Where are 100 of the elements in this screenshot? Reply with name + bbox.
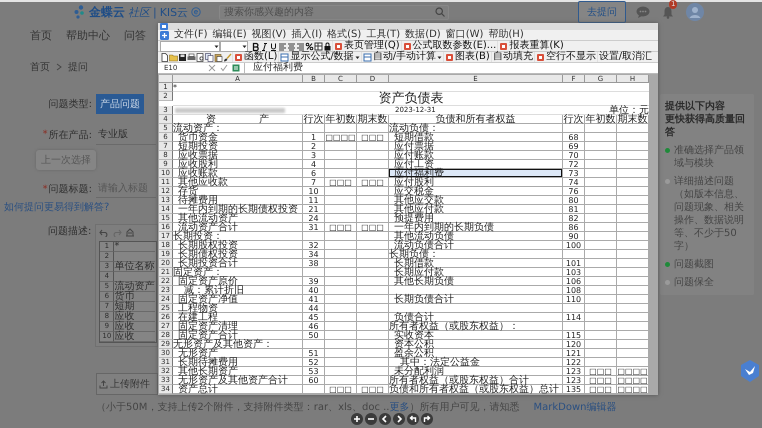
table-cell[interactable]: 73 xyxy=(563,169,585,178)
empty-cell[interactable] xyxy=(325,376,357,385)
chevron-left-icon[interactable] xyxy=(379,413,391,425)
table-cell[interactable]: 31 xyxy=(303,223,325,232)
table-cell[interactable]: 未分配利润 xyxy=(389,367,563,376)
menu-item[interactable]: 插入(I) xyxy=(291,30,322,40)
table-cell[interactable]: 21 xyxy=(303,205,325,214)
table-cell[interactable]: 固定资产清理 xyxy=(173,322,303,331)
table-cell[interactable]: 预提费用 xyxy=(389,214,563,223)
empty-cell[interactable] xyxy=(303,232,325,241)
table-cell[interactable]: 减：累计折旧 xyxy=(173,286,303,295)
table-cell[interactable]: □□□ xyxy=(585,385,617,394)
empty-cell[interactable] xyxy=(617,169,649,178)
empty-cell[interactable] xyxy=(357,241,389,250)
empty-cell[interactable] xyxy=(389,304,563,313)
table-cell[interactable]: 应收票据 xyxy=(173,151,303,160)
empty-cell[interactable] xyxy=(617,205,649,214)
table-cell[interactable]: 工程物资 xyxy=(173,304,303,313)
empty-cell[interactable] xyxy=(303,340,325,349)
empty-cell[interactable] xyxy=(325,151,357,160)
menu-item[interactable]: 文件(F) xyxy=(174,30,208,40)
empty-cell[interactable] xyxy=(325,331,357,340)
table-cell[interactable]: 110 xyxy=(563,295,585,304)
table-cell[interactable]: 115 xyxy=(563,331,585,340)
empty-cell[interactable] xyxy=(357,358,389,367)
empty-cell[interactable] xyxy=(617,349,649,358)
table-cell[interactable]: 114 xyxy=(563,313,585,322)
empty-cell[interactable] xyxy=(617,142,649,151)
bold-icon[interactable] xyxy=(251,42,260,50)
table-cell[interactable]: 70 xyxy=(563,151,585,160)
empty-cell[interactable] xyxy=(357,160,389,169)
toolbar-button[interactable]: 空行不显示 xyxy=(534,52,597,62)
empty-cell[interactable] xyxy=(585,178,617,187)
empty-cell[interactable] xyxy=(357,250,389,259)
empty-cell[interactable] xyxy=(325,196,357,205)
table-cell[interactable]: 其他应收款 xyxy=(173,178,303,187)
table-cell[interactable]: 34 xyxy=(303,250,325,259)
empty-cell[interactable] xyxy=(617,214,649,223)
empty-cell[interactable] xyxy=(357,349,389,358)
table-cell[interactable]: 135 xyxy=(563,385,585,394)
table-cell[interactable]: □□□□ xyxy=(617,385,649,394)
table-cell[interactable]: 实收资本 xyxy=(389,331,563,340)
empty-cell[interactable] xyxy=(585,349,617,358)
table-cell[interactable]: 其中：法定公益金 xyxy=(389,358,563,367)
empty-cell[interactable] xyxy=(585,223,617,232)
table-cell[interactable]: 长期借款 xyxy=(389,259,563,268)
cancel-icon[interactable] xyxy=(208,64,216,72)
empty-cell[interactable] xyxy=(325,187,357,196)
empty-cell[interactable] xyxy=(303,124,325,133)
table-cell[interactable]: 长期投资合计 xyxy=(173,259,303,268)
empty-cell[interactable] xyxy=(617,286,649,295)
empty-cell[interactable] xyxy=(325,268,357,277)
empty-cell[interactable] xyxy=(357,331,389,340)
table-cell[interactable]: 应收股利 xyxy=(173,160,303,169)
zoom-in-icon[interactable] xyxy=(351,413,363,425)
menu-item[interactable]: 窗口(W) xyxy=(446,30,484,40)
table-cell[interactable]: 应收账款 xyxy=(173,169,303,178)
menu-item[interactable]: 格式(S) xyxy=(327,30,362,40)
toolbar-button[interactable]: 图表(B) xyxy=(443,52,491,62)
table-cell[interactable]: 122 xyxy=(563,358,585,367)
rotate-left-icon[interactable] xyxy=(407,413,419,425)
table-cell[interactable]: 负债和所有者权益（或股东权益）总计 xyxy=(389,385,563,394)
table-cell[interactable]: 其他长期负债 xyxy=(389,277,563,286)
equals-icon[interactable] xyxy=(232,64,240,72)
table-cell[interactable]: □□□ xyxy=(585,367,617,376)
empty-cell[interactable] xyxy=(325,259,357,268)
table-cell[interactable]: 固定资产： xyxy=(173,268,303,277)
table-cell[interactable]: 24 xyxy=(303,214,325,223)
table-cell[interactable]: 待摊费用 xyxy=(173,196,303,205)
table-cell[interactable]: 固定资产合计 xyxy=(173,331,303,340)
chat-icon[interactable] xyxy=(636,6,650,18)
table-cell[interactable]: 货币资金 xyxy=(173,133,303,142)
empty-cell[interactable] xyxy=(617,223,649,232)
empty-cell[interactable] xyxy=(563,250,585,259)
table-cell[interactable]: □□□ xyxy=(357,385,389,394)
table-cell[interactable]: 无形资产及其他资产： xyxy=(173,340,303,349)
empty-cell[interactable] xyxy=(325,349,357,358)
search-icon[interactable] xyxy=(435,6,446,16)
empty-cell[interactable] xyxy=(357,367,389,376)
empty-cell[interactable] xyxy=(325,250,357,259)
table-cell[interactable]: 所有者权益（或股东权益）： xyxy=(389,322,563,331)
table-cell[interactable]: 应付股利 xyxy=(389,178,563,187)
table-cell[interactable]: 101 xyxy=(563,259,585,268)
type-option[interactable]: 产品问题 xyxy=(96,94,144,114)
empty-cell[interactable] xyxy=(357,142,389,151)
table-cell[interactable]: 120 xyxy=(563,340,585,349)
table-cell[interactable]: 121 xyxy=(563,349,585,358)
empty-cell[interactable] xyxy=(357,187,389,196)
toolbar-button[interactable]: 显示公式/数据 xyxy=(278,52,361,62)
empty-cell[interactable] xyxy=(563,304,585,313)
table-cell[interactable]: 无形资产 xyxy=(173,349,303,358)
empty-cell[interactable] xyxy=(303,268,325,277)
avatar-icon[interactable] xyxy=(686,3,704,21)
empty-cell[interactable] xyxy=(357,124,389,133)
empty-cell[interactable] xyxy=(325,214,357,223)
table-cell[interactable]: 39 xyxy=(303,277,325,286)
table-cell[interactable]: 81 xyxy=(563,205,585,214)
table-cell[interactable]: □□□ xyxy=(357,223,389,232)
empty-cell[interactable] xyxy=(357,277,389,286)
table-cell[interactable]: 长期负债合计 xyxy=(389,295,563,304)
